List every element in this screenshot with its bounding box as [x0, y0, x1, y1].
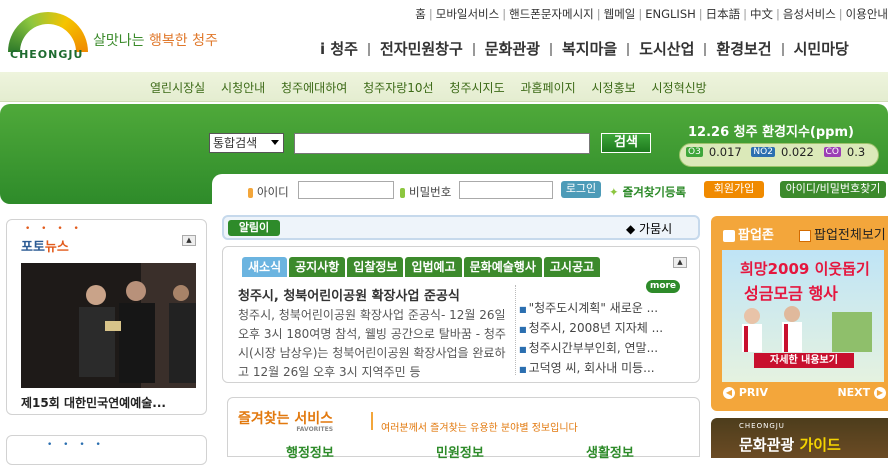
login-strip: 아이디 비밀번호 로그인 ✦ 즐겨찾기등록 회원가입 아이디/비밀번호찾기 — [212, 174, 888, 204]
news-tabs: 새소식 공지사항 입찰정보 입법예고 문화예술행사 고시공고 — [242, 256, 602, 277]
subnav-item[interactable]: 청주에대하여 — [281, 81, 347, 95]
co-badge: CO — [823, 146, 841, 157]
tab-events[interactable]: 문화예술행사 — [463, 257, 542, 277]
tab-news[interactable]: 새소식 — [242, 257, 288, 277]
collapse-icon[interactable]: ▲ — [673, 257, 687, 268]
search-input[interactable] — [294, 133, 590, 154]
subnav-item[interactable]: 과홈페이지 — [520, 81, 575, 95]
o3-value: 0.017 — [708, 144, 742, 159]
subnav-item[interactable]: 시청안내 — [221, 81, 265, 95]
search-button[interactable]: 검색 — [601, 133, 651, 153]
notice-text[interactable]: ◆ 가뭄시 — [626, 220, 672, 237]
chevron-down-icon — [271, 140, 279, 145]
signup-button[interactable]: 회원가입 — [704, 181, 764, 198]
notice-tag: 알림이 — [228, 220, 280, 236]
add-favorites-link[interactable]: ✦ 즐겨찾기등록 — [609, 184, 686, 200]
o3-badge: O3 — [686, 146, 703, 157]
main-nav: i 청주 전자민원창구 문화관광 복지마을 도시산업 환경보건 시민마당 — [320, 38, 888, 64]
list-icon — [799, 229, 811, 242]
search-scope-select[interactable]: 통합검색 — [209, 133, 284, 153]
top-link-mobile[interactable]: 모바일서비스 — [436, 7, 499, 21]
subnav-item[interactable]: 시정혁신방 — [651, 81, 706, 95]
favorites-col-civil[interactable]: 민원정보 — [436, 442, 484, 461]
list-item[interactable]: ■ "청주도시계획" 새로운 ... — [519, 299, 669, 319]
logo-word: CHEONGJU — [10, 48, 84, 61]
popup-zone-title: 팝업존 — [723, 224, 774, 243]
news-panel: 새소식 공지사항 입찰정보 입법예고 문화예술행사 고시공고 ▲ 청주시, 청북어린이공원… — [222, 246, 700, 383]
top-link-english[interactable]: ENGLISH — [645, 7, 696, 21]
nav-urban[interactable]: 도시산업 — [639, 38, 694, 59]
popup-next-button[interactable]: NEXT ▶ — [837, 386, 886, 399]
co-value: 0.3 — [846, 144, 866, 159]
id-label: 아이디 — [248, 184, 289, 200]
photo-news-image[interactable] — [21, 263, 196, 388]
photo-news-caption[interactable]: 제15회 대한민국연예예술... — [21, 394, 166, 411]
nav-environment[interactable]: 환경보건 — [716, 38, 771, 59]
environment-readings: O3 0.017 NO2 0.022 CO 0.3 — [679, 143, 879, 167]
subnav-item[interactable]: 시정홍보 — [591, 81, 635, 95]
find-account-button[interactable]: 아이디/비밀번호찾기 — [780, 181, 886, 198]
tab-bids[interactable]: 입찰정보 — [347, 257, 404, 277]
favorites-title: 즐겨찾는 서비스 FAVORITES — [238, 411, 334, 433]
environment-title: 12.26 청주 환경지수(ppm) — [688, 125, 854, 140]
no2-value: 0.022 — [780, 144, 814, 159]
more-button[interactable]: more — [646, 280, 680, 293]
popup-zone: 팝업존 팝업전체보기 희망2009 이웃돕기 성금모금 행사 자세한 내용보기 … — [711, 216, 888, 411]
top-link-chinese[interactable]: 中文 — [750, 7, 773, 21]
login-button[interactable]: 로그인 — [561, 181, 601, 198]
list-item[interactable]: ■ 청주시, 2008년 지자체 ... — [519, 319, 669, 339]
prev-arrow-icon: ◀ — [723, 387, 735, 399]
tour-guide-banner[interactable]: CHEONGJU 문화관광 가이드 — [711, 418, 888, 458]
popup-banner[interactable]: 희망2009 이웃돕기 성금모금 행사 자세한 내용보기 — [722, 250, 884, 382]
popup-detail-button[interactable]: 자세한 내용보기 — [754, 353, 854, 368]
news-headline[interactable]: 청주시, 청북어린이공원 확장사업 준공식 — [238, 285, 460, 304]
top-link-home[interactable]: 홈 — [415, 7, 426, 21]
nav-ichungju[interactable]: i 청주 — [320, 38, 358, 59]
news-list: ■ "청주도시계획" 새로운 ... ■ 청주시, 2008년 지자체 ... ■ 청… — [519, 299, 669, 379]
tab-announcements[interactable]: 고시공고 — [543, 257, 601, 277]
favorites-col-life[interactable]: 생활정보 — [586, 442, 634, 461]
list-item[interactable]: ■ 고덕영 씨, 회사내 미등... — [519, 359, 669, 379]
left-secondary-panel: • • • • — [6, 435, 207, 465]
subnav-item[interactable]: 청주자랑10선 — [363, 81, 433, 95]
tab-legislation[interactable]: 입법예고 — [405, 257, 462, 277]
photo-news-title: 포토뉴스 — [21, 240, 69, 255]
no2-badge: NO2 — [751, 146, 775, 157]
popup-icon — [723, 229, 735, 242]
favorites-panel: 즐겨찾는 서비스 FAVORITES 여러분께서 즐겨찾는 유용한 분야별 정보입… — [227, 397, 700, 461]
password-field[interactable] — [459, 181, 553, 199]
nav-civil[interactable]: 전자민원창구 — [380, 38, 463, 59]
news-summary[interactable]: 청주시, 청북어린이공원 확장사업 준공식- 12월 26일 오후 3시 180… — [238, 306, 514, 382]
top-link-guide[interactable]: 이용안내 — [846, 7, 888, 21]
top-link-sms[interactable]: 핸드폰문자메시지 — [509, 7, 594, 21]
site-logo[interactable]: CHEONGJU 살맛나는 행복한 청주 — [0, 0, 247, 72]
notice-bar: 알림이 ◆ 가뭄시 — [222, 215, 700, 240]
more-icon[interactable]: ▲ — [182, 235, 196, 246]
popup-all-link[interactable]: 팝업전체보기 — [799, 224, 886, 243]
nav-citizen[interactable]: 시민마당 — [794, 38, 849, 59]
subnav-item[interactable]: 열린시장실 — [150, 81, 205, 95]
nav-culture[interactable]: 문화관광 — [485, 38, 540, 59]
id-field[interactable] — [298, 181, 394, 199]
slogan: 살맛나는 행복한 청주 — [93, 33, 218, 49]
next-arrow-icon: ▶ — [874, 387, 886, 399]
popup-prev-button[interactable]: ◀ PRIV — [723, 386, 768, 399]
subnav-item[interactable]: 청주시지도 — [449, 81, 504, 95]
photo-news-panel: • • • • 포토뉴스 ▲ 제15회 대한민국연예예술... — [6, 219, 207, 415]
top-link-voice[interactable]: 음성서비스 — [783, 7, 836, 21]
favorites-description: 여러분께서 즐겨찾는 유용한 분야별 정보입니다 — [381, 423, 578, 434]
tab-notices[interactable]: 공지사항 — [289, 257, 346, 277]
favorites-col-admin[interactable]: 행정정보 — [286, 442, 334, 461]
sub-nav: 열린시장실 시청안내 청주에대하여 청주자랑10선 청주시지도 과홈페이지 시정… — [0, 72, 888, 102]
top-link-webmail[interactable]: 웹메일 — [604, 7, 636, 21]
top-links: 홈 | 모바일서비스 | 핸드폰문자메시지 | 웹메일 | ENGLISH | 日本語 | 中文 | 음성서… — [415, 7, 888, 21]
list-item[interactable]: ■ 청주시간부부인회, 연말... — [519, 339, 669, 359]
top-link-japanese[interactable]: 日本語 — [706, 7, 741, 21]
star-icon: ✦ — [609, 185, 619, 199]
nav-welfare[interactable]: 복지마을 — [562, 38, 617, 59]
password-label: 비밀번호 — [400, 184, 451, 200]
